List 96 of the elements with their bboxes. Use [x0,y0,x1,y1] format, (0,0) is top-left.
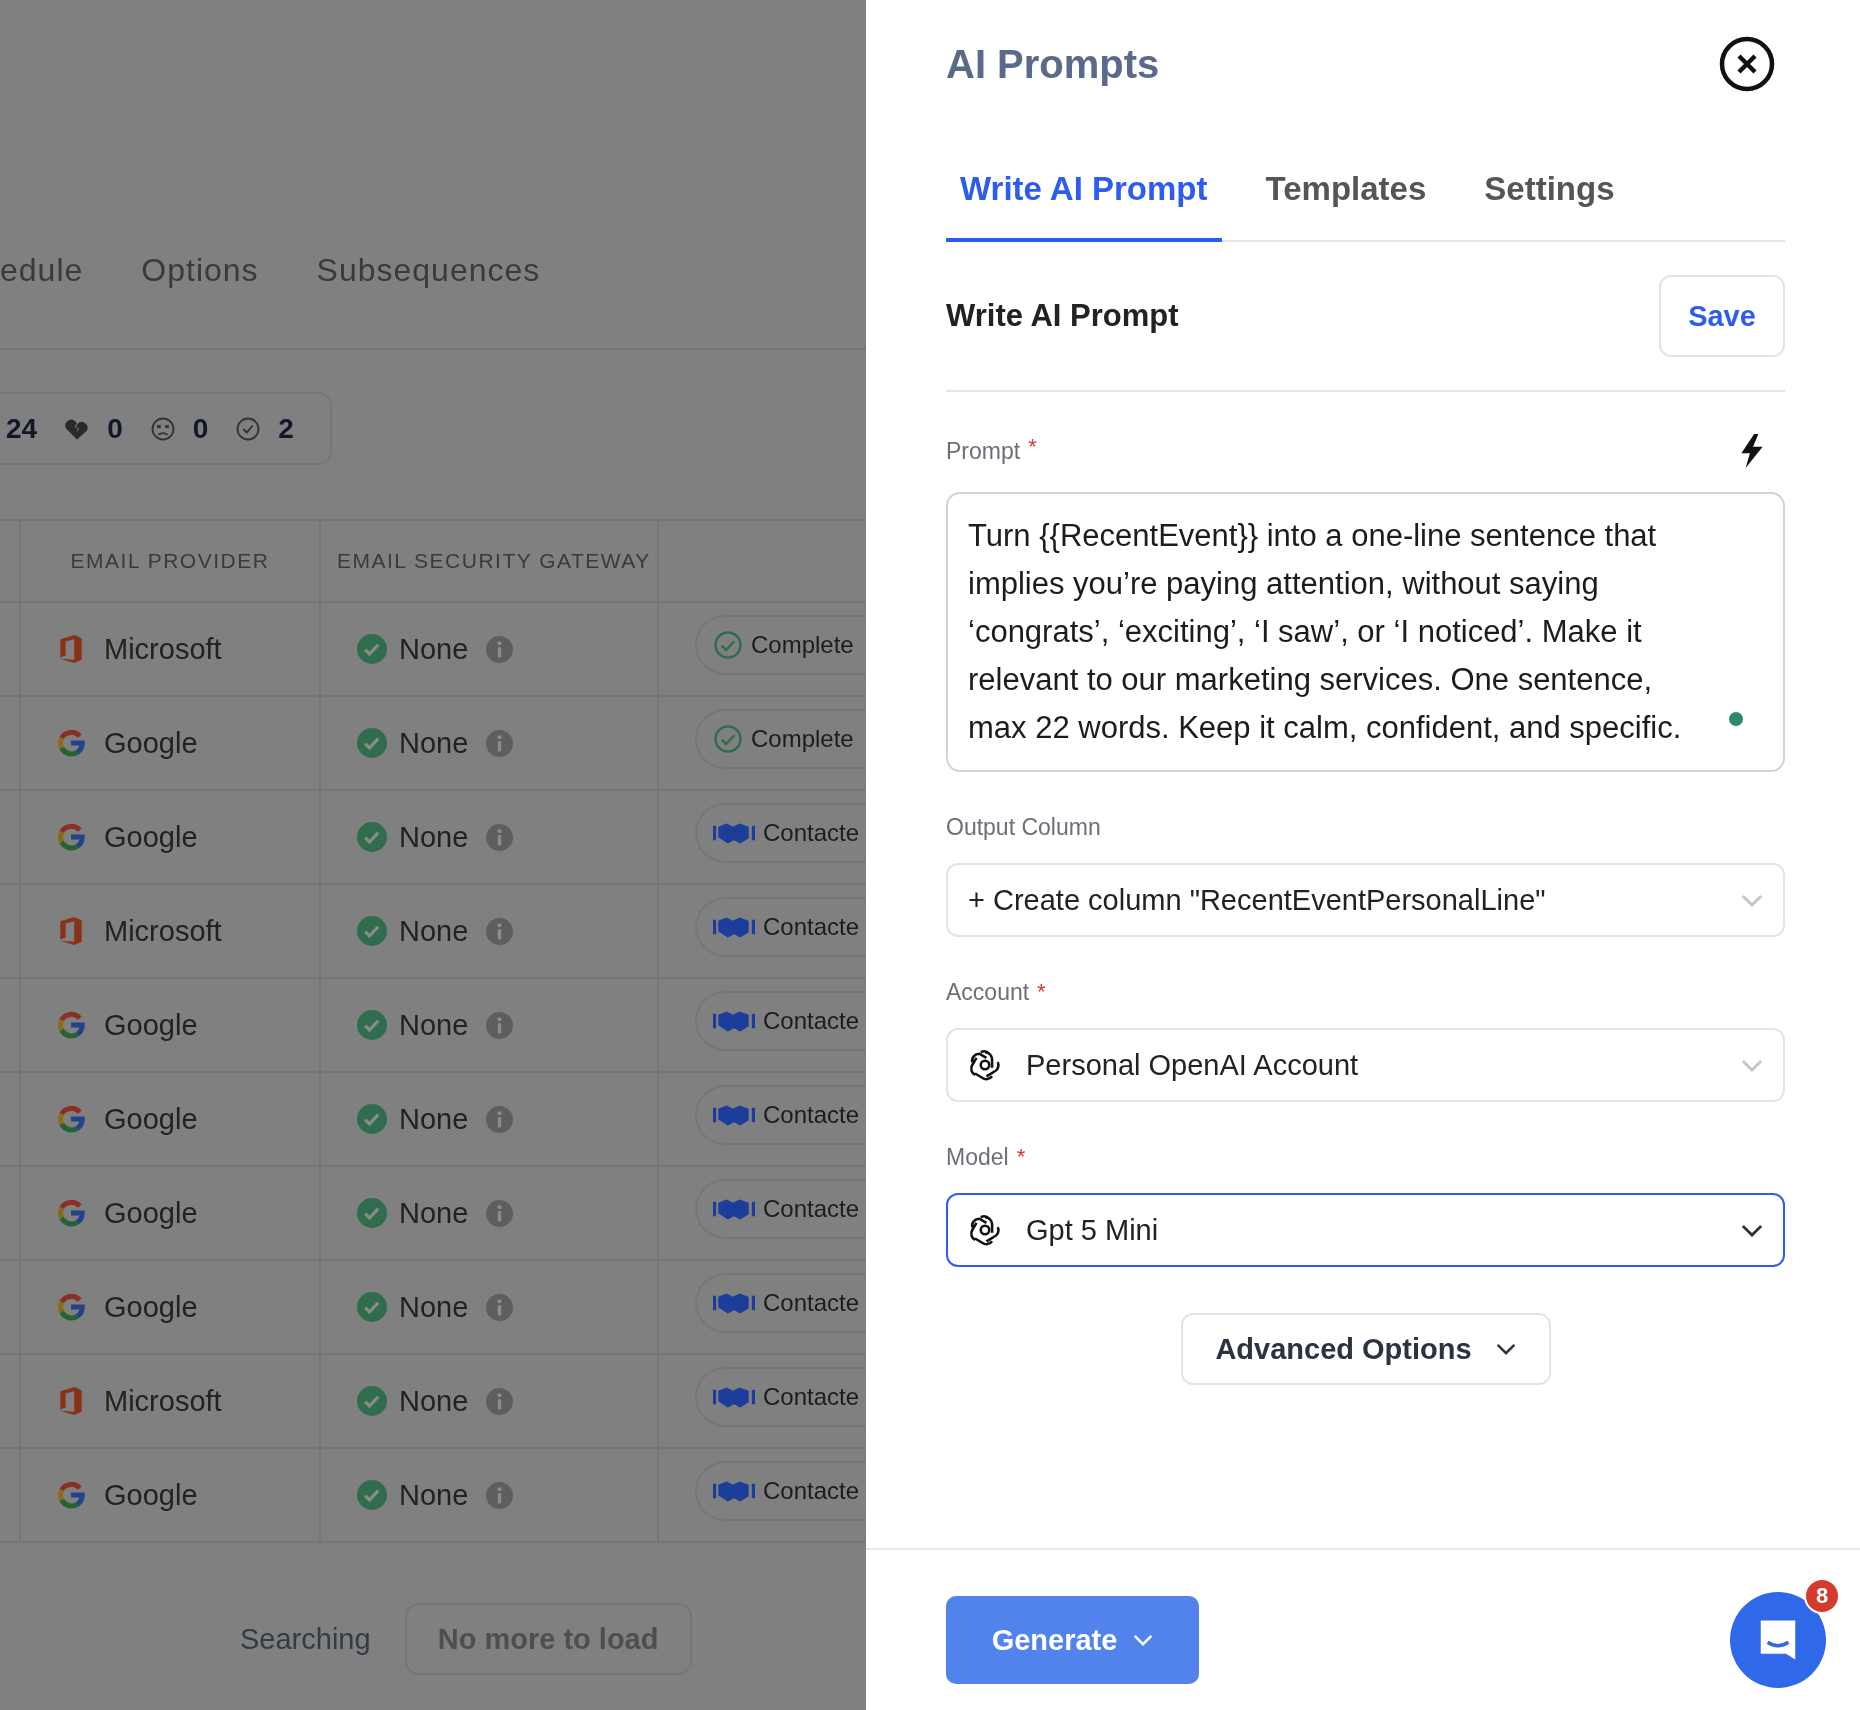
provider-name: Google [104,1008,198,1042]
check-circle-icon [713,724,743,754]
select-field[interactable]: Personal OpenAI Account [946,1028,1785,1102]
field-label: Model [946,1144,1009,1171]
field-label: Prompt [946,437,1021,465]
tab[interactable]: Templates [1251,170,1441,242]
notification-badge: 8 [1804,1578,1840,1614]
status-dot [1729,712,1743,726]
check-circle-icon [357,1292,387,1322]
info-icon [486,823,514,851]
info-icon [486,635,514,663]
info-icon [486,1011,514,1039]
chevron-down-icon [1741,1223,1763,1237]
check-circle-icon [357,728,387,758]
status-label: Contacte [763,1007,860,1035]
searching-status: Searching [240,1622,371,1656]
gateway-value: None [399,726,469,760]
gateway-value: None [399,1384,469,1418]
google-logo-icon [56,1010,86,1040]
check-circle-icon [713,630,743,660]
info-icon [486,1199,514,1227]
chevron-down-icon [1495,1343,1516,1355]
save-button[interactable]: Save [1659,275,1785,357]
check-circle-icon [357,1386,387,1416]
prompt-field[interactable]: Turn {{RecentEvent}} into a one-line sentence that implies you’re paying attention, without saying ‘congrats’, ‘exciting’, ‘I saw’, or ‘I noticed’. Make it relevant to our marketing services. One sentence, max 22 words. Keep it calm, confident, and specific. [946,492,1785,772]
gateway-value: None [399,1008,469,1042]
column-header: EMAIL SECURITY GATEWAY [337,549,651,573]
google-logo-icon [56,1480,86,1510]
provider-name: Google [104,1478,198,1512]
openai-logo-icon [968,1048,1002,1082]
info-icon [486,1481,514,1509]
provider-name: Microsoft [104,914,222,948]
status-label: Contacte [763,1101,860,1129]
lightning-icon[interactable] [1739,434,1765,468]
info-icon [486,917,514,945]
check-circle-icon [357,1198,387,1228]
google-logo-icon [56,822,86,852]
check-circle-icon [357,1480,387,1510]
status-label: Contacte [763,913,860,941]
provider-name: Google [104,820,198,854]
chevron-down-icon [1741,893,1763,907]
required-mark: * [1028,434,1037,460]
gateway-value: None [399,1290,469,1324]
status-label: Contacte [763,1195,860,1223]
gateway-value: None [399,1478,469,1512]
status-label: Complete [751,725,854,753]
info-icon [486,1387,514,1415]
chevron-down-icon [1133,1634,1154,1646]
select-field[interactable]: Gpt 5 Mini [946,1193,1785,1267]
close-icon[interactable] [1719,36,1775,92]
gateway-value: None [399,632,469,666]
tab[interactable]: Settings [1470,170,1629,242]
field-label: Output Column [946,814,1101,841]
check-circle-icon [357,822,387,852]
required-mark: * [1037,979,1046,1005]
status-label: Contacte [763,1477,860,1505]
google-logo-icon [56,1104,86,1134]
google-logo-icon [56,728,86,758]
gateway-value: None [399,914,469,948]
provider-name: Google [104,1102,198,1136]
gateway-value: None [399,1102,469,1136]
provider-name: Microsoft [104,1384,222,1418]
provider-name: Google [104,1196,198,1230]
info-icon [486,1105,514,1133]
google-logo-icon [56,1292,86,1322]
section-title: Write AI Prompt [946,298,1179,334]
select-field[interactable]: + Create column "RecentEventPersonalLine" [946,863,1785,937]
required-mark: * [1016,1144,1026,1170]
provider-name: Google [104,726,198,760]
generate-button[interactable]: Generate [946,1596,1199,1684]
status-label: Complete [751,631,854,659]
panel-title: AI Prompts [946,41,1160,87]
stat-count: 0 [192,412,209,445]
stat-count: 24 [6,412,38,445]
provider-name: Microsoft [104,632,222,666]
tab[interactable]: Write AI Prompt [946,170,1222,242]
status-label: Contacte [763,819,860,847]
stat-count: 0 [107,412,123,445]
stat-count: 2 [278,412,294,445]
field-label: Account [946,979,1030,1006]
check-circle-icon [357,916,387,946]
chevron-down-icon [1741,1058,1763,1072]
status-label: Contacte [763,1289,860,1317]
provider-name: Google [104,1290,198,1324]
google-logo-icon [56,1198,86,1228]
advanced-options-button[interactable]: Advanced Options [1180,1313,1551,1385]
info-icon [486,1293,514,1321]
column-header: EMAIL PROVIDER [70,549,270,573]
gateway-value: None [399,1196,469,1230]
openai-logo-icon [968,1213,1002,1247]
status-label: Contacte [763,1383,860,1411]
check-circle-icon [357,1104,387,1134]
gateway-value: None [399,820,469,854]
check-circle-icon [357,1010,387,1040]
info-icon [486,729,514,757]
check-circle-icon [357,634,387,664]
